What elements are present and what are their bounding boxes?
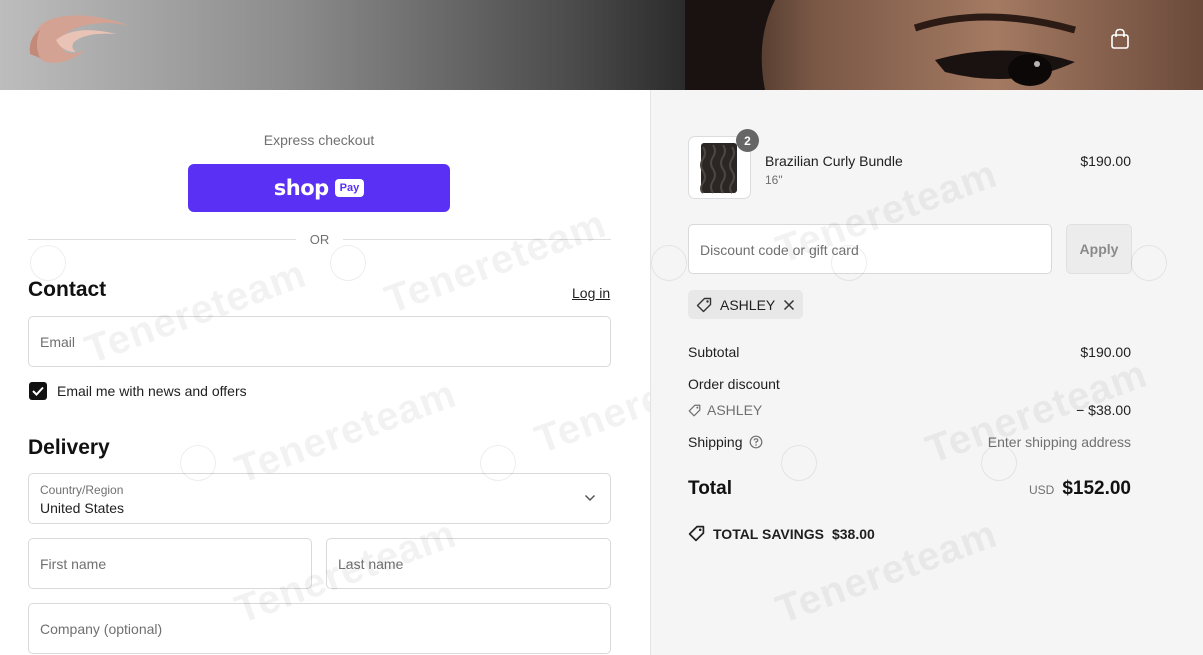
newsletter-row[interactable]: Email me with news and offers: [29, 382, 247, 400]
apply-discount-button[interactable]: Apply: [1066, 224, 1132, 274]
shopping-bag-icon: [1111, 28, 1129, 49]
order-discount-value: − $38.00: [1076, 402, 1131, 418]
checkout-form-column: Express checkout shop Pay OR Contact Log…: [0, 90, 762, 655]
first-name-placeholder: First name: [40, 556, 107, 572]
express-checkout-label: Express checkout: [263, 132, 375, 148]
order-discount-code-row: ASHLEY: [688, 402, 762, 418]
order-discount-label: Order discount: [688, 376, 780, 392]
subtotal-label: Subtotal: [688, 344, 740, 360]
savings-value: $38.00: [831, 525, 875, 542]
total-label: Total: [688, 478, 732, 499]
login-link[interactable]: Log in: [572, 285, 610, 301]
or-text: OR: [309, 232, 330, 247]
total-savings-row: TOTAL SAVINGS $38.00: [688, 525, 875, 542]
discount-code-input[interactable]: Discount code or gift card: [688, 224, 1052, 274]
company-placeholder: Company (optional): [40, 621, 163, 637]
shipping-row: Shipping: [688, 434, 763, 450]
product-name: Brazilian Curly Bundle: [765, 153, 903, 169]
cart-button[interactable]: [1106, 24, 1134, 54]
total-amount: $152.00: [1062, 478, 1131, 499]
watermark-logo: [651, 245, 687, 281]
hair-wave-logo-icon[interactable]: [26, 8, 136, 72]
total-currency: USD: [1028, 483, 1055, 497]
product-price: $190.00: [1080, 153, 1131, 169]
first-name-field[interactable]: First name: [28, 538, 312, 589]
contact-heading: Contact: [28, 278, 107, 301]
watermark-logo: [1131, 245, 1167, 281]
company-field[interactable]: Company (optional): [28, 603, 611, 654]
order-summary-column: 2 Brazilian Curly Bundle 16" $190.00 Dis…: [650, 90, 1203, 655]
remove-code-close-icon[interactable]: [783, 299, 795, 311]
quantity-badge: 2: [736, 129, 759, 152]
total-value-group: USD $152.00: [1029, 478, 1131, 500]
watermark-logo: [330, 245, 366, 281]
delivery-heading: Delivery: [28, 436, 110, 459]
last-name-placeholder: Last name: [338, 556, 404, 572]
newsletter-label: Email me with news and offers: [57, 383, 247, 399]
shop-pay-wordmark: shop: [273, 176, 329, 200]
discount-placeholder: Discount code or gift card: [700, 242, 859, 258]
last-name-field[interactable]: Last name: [326, 538, 611, 589]
chevron-down-icon: [584, 494, 596, 502]
tag-icon: [688, 404, 701, 416]
shop-pay-badge: Pay: [334, 179, 365, 197]
or-divider: OR: [28, 230, 611, 250]
watermark-logo: [30, 245, 66, 281]
help-circle-icon[interactable]: [749, 435, 763, 449]
tag-icon: [696, 297, 712, 312]
savings-label: TOTAL SAVINGS: [713, 525, 824, 542]
shipping-value: Enter shipping address: [987, 434, 1131, 450]
store-header: [0, 0, 1203, 90]
email-field[interactable]: Email: [28, 316, 611, 367]
watermark-logo: [781, 445, 817, 481]
shipping-label: Shipping: [688, 434, 743, 450]
tag-icon: [688, 525, 705, 542]
email-placeholder: Email: [40, 334, 76, 350]
subtotal-value: $190.00: [1080, 344, 1131, 360]
product-variant: 16": [765, 173, 783, 187]
watermark-logo: [981, 445, 1017, 481]
watermark-text: Tenereteam: [379, 201, 612, 323]
applied-discount-chip: ASHLEY: [688, 290, 804, 319]
country-select[interactable]: Country/Region United States: [28, 473, 611, 524]
newsletter-checkbox[interactable]: [29, 382, 47, 400]
order-discount-code: ASHLEY: [707, 402, 763, 418]
applied-code-text: ASHLEY: [720, 296, 776, 313]
checkmark-icon: [32, 386, 44, 396]
shop-pay-button[interactable]: shop Pay: [188, 164, 450, 212]
country-value: United States: [40, 500, 125, 516]
country-label: Country/Region: [40, 483, 124, 497]
